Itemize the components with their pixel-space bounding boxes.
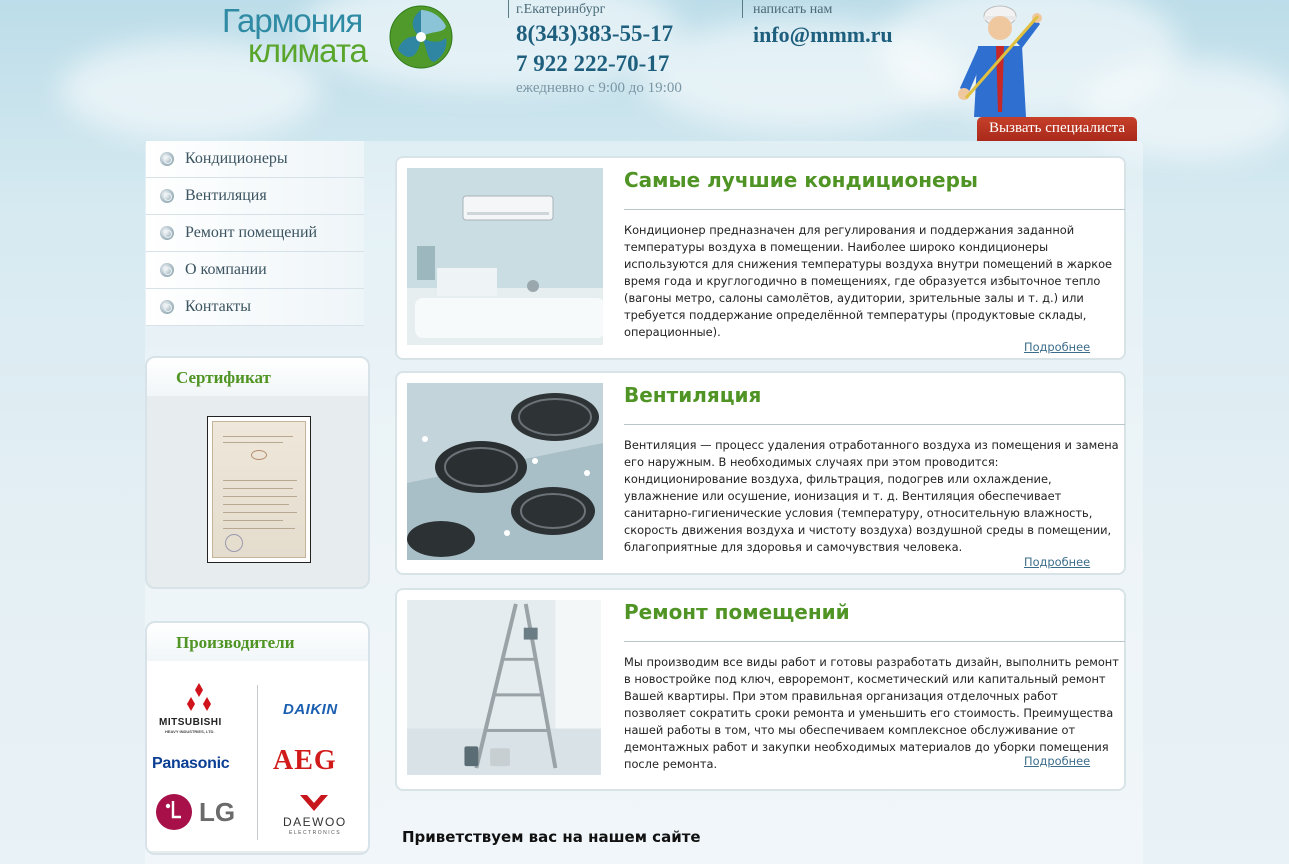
- conditioner-room-photo: [407, 168, 603, 345]
- working-hours: ежедневно с 9:00 до 19:00: [516, 80, 682, 96]
- site-logo[interactable]: Гармония климата: [222, 4, 462, 72]
- certificate-document-image: [212, 421, 306, 558]
- sidebar-item-renovation[interactable]: Ремонт помещений: [146, 215, 364, 252]
- brand-divider: [257, 685, 258, 840]
- article-card-ventilation: Вентиляция Вентиляция — процесс удаления…: [395, 371, 1126, 575]
- logo-text: Гармония климата: [222, 4, 368, 69]
- certificate-box: Сертификат: [145, 356, 370, 589]
- brand-daewoo-name: DAEWOO: [283, 815, 347, 829]
- specialist-illustration: [958, 5, 1042, 117]
- call-specialist-button[interactable]: Вызвать специалиста: [977, 117, 1137, 141]
- article-text: Кондиционер предназначен для регулирован…: [624, 223, 1113, 339]
- brand-mitsubishi-sub: HEAVY INDUSTRIES, LTD.: [165, 729, 215, 734]
- article-card-renovation: Ремонт помещений Мы производим все виды …: [395, 588, 1126, 791]
- bullet-icon: [160, 189, 174, 203]
- article-text: Вентиляция — процесс удаления отработанн…: [624, 438, 1119, 554]
- brand-mitsubishi[interactable]: MITSUBISHI HEAVY INDUSTRIES, LTD.: [159, 683, 239, 735]
- brand-daewoo-sub: ELECTRONICS: [289, 830, 342, 836]
- article-divider: [624, 641, 1125, 642]
- certificate-thumbnail[interactable]: [207, 416, 311, 563]
- header-separator: [742, 0, 743, 18]
- brand-lg[interactable]: LG: [155, 793, 245, 833]
- brand-aeg[interactable]: AEG: [273, 745, 337, 777]
- sidebar-item-ventilation[interactable]: Вентиляция: [146, 178, 364, 215]
- brand-daewoo[interactable]: DAEWOO ELECTRONICS: [275, 793, 355, 839]
- sidebar-item-label: О компании: [185, 261, 267, 278]
- email-link[interactable]: info@mmm.ru: [753, 22, 893, 48]
- sidebar-menu: Кондиционеры Вентиляция Ремонт помещений…: [146, 141, 364, 326]
- logo-globe-icon: [389, 5, 453, 69]
- welcome-heading: Приветствуем вас на нашем сайте: [402, 828, 701, 846]
- sidebar-item-label: Вентиляция: [185, 187, 267, 204]
- bullet-icon: [160, 263, 174, 277]
- write-us-label: написать нам: [753, 2, 833, 17]
- article-divider: [624, 424, 1125, 425]
- certificate-title: Сертификат: [147, 358, 368, 396]
- brand-panasonic[interactable]: Panasonic: [152, 755, 230, 773]
- sidebar-item-label: Контакты: [185, 298, 252, 315]
- sidebar-item-contacts[interactable]: Контакты: [146, 289, 364, 326]
- brand-daikin[interactable]: DAIKIN: [283, 701, 338, 718]
- manufacturers-title: Производители: [147, 623, 368, 661]
- article-title: Вентиляция: [624, 383, 762, 407]
- sidebar-item-about[interactable]: О компании: [146, 252, 364, 289]
- manufacturers-box: Производители MITSUBISHI HEAVY INDUSTRIE…: [145, 621, 370, 855]
- read-more-link[interactable]: Подробнее: [1024, 555, 1090, 569]
- bullet-icon: [160, 152, 174, 166]
- bullet-icon: [160, 226, 174, 240]
- read-more-link[interactable]: Подробнее: [1024, 754, 1090, 768]
- brand-mitsubishi-name: MITSUBISHI: [159, 717, 222, 728]
- sidebar-item-label: Ремонт помещений: [185, 224, 318, 241]
- phone-primary[interactable]: 8(343)383-55-17: [516, 21, 673, 47]
- lg-logo-icon: [156, 794, 192, 830]
- sidebar-item-conditioners[interactable]: Кондиционеры: [146, 141, 364, 178]
- read-more-link[interactable]: Подробнее: [1024, 340, 1090, 354]
- article-title: Ремонт помещений: [624, 600, 850, 624]
- ventilation-fans-photo: [407, 383, 603, 560]
- daewoo-shell-icon: [300, 795, 328, 811]
- article-divider: [624, 209, 1125, 210]
- header-separator: [508, 0, 509, 18]
- bullet-icon: [160, 300, 174, 314]
- mitsubishi-diamonds-icon: [187, 683, 211, 711]
- brand-lg-name: LG: [199, 797, 236, 827]
- sidebar-item-label: Кондиционеры: [185, 150, 288, 167]
- phone-secondary[interactable]: 7 922 222-70-17: [516, 51, 669, 77]
- brand-logos: MITSUBISHI HEAVY INDUSTRIES, LTD. DAIKIN…: [147, 661, 368, 851]
- city-label: г.Екатеринбург: [516, 2, 606, 17]
- logo-line2: климата: [248, 32, 368, 69]
- renovation-ladder-photo: [407, 600, 601, 775]
- article-card-conditioners: Самые лучшие кондиционеры Кондиционер пр…: [395, 156, 1126, 360]
- article-title: Самые лучшие кондиционеры: [624, 168, 978, 192]
